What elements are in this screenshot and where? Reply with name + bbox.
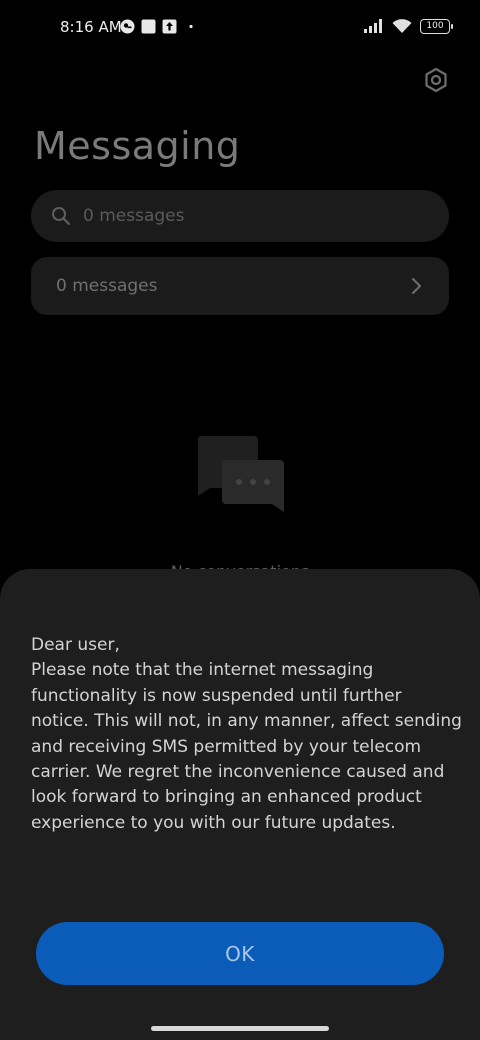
screen: 8:16 AM 100 Messaging 0 messages 0 messa… [0,0,480,1040]
dialog-message: Dear user, Please note that the internet… [31,635,462,833]
page-title: Messaging [34,124,241,168]
gear-icon [425,67,447,93]
search-icon [52,207,71,226]
chat-bubbles-icon [197,436,284,512]
notice-dialog: Dear user, Please note that the internet… [0,569,480,1040]
ok-button[interactable]: OK [36,922,444,985]
home-indicator[interactable] [151,1026,329,1031]
chevron-right-icon [411,277,422,295]
messages-row-label: 0 messages [56,276,158,296]
search-bar[interactable]: 0 messages [31,190,449,242]
messages-row[interactable]: 0 messages [31,257,449,315]
settings-button[interactable] [422,66,450,94]
search-placeholder: 0 messages [83,206,185,226]
